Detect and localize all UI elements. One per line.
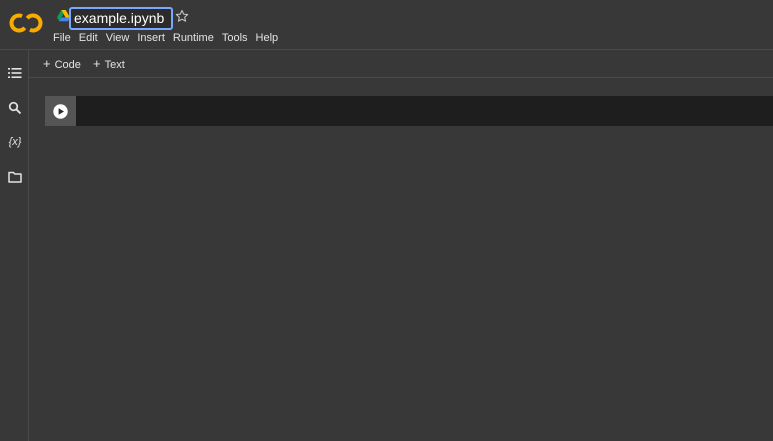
table-of-contents-icon[interactable] [8, 66, 22, 80]
menu-view[interactable]: View [106, 31, 130, 45]
menu-edit[interactable]: Edit [79, 31, 98, 45]
colab-logo[interactable] [9, 12, 43, 34]
header: example.ipynb File Edit View Insert Runt… [0, 0, 773, 50]
menu-runtime[interactable]: Runtime [173, 31, 214, 45]
colab-app: example.ipynb File Edit View Insert Runt… [0, 0, 773, 441]
add-text-cell-button[interactable]: + Text [93, 57, 125, 72]
star-icon[interactable] [175, 9, 189, 23]
menu-help[interactable]: Help [256, 31, 279, 45]
left-sidebar: {x} [0, 50, 29, 441]
notebook-toolbar: + Code + Text [29, 50, 773, 78]
add-code-cell-button[interactable]: + Code [43, 57, 81, 72]
run-cell-button[interactable] [53, 104, 68, 119]
code-cell [45, 96, 773, 126]
add-code-label: Code [54, 59, 81, 71]
cell-gutter [45, 96, 76, 126]
code-editor[interactable] [76, 96, 773, 126]
variables-icon[interactable]: {x} [6, 135, 24, 149]
files-icon[interactable] [8, 170, 22, 184]
menubar: File Edit View Insert Runtime Tools Help [53, 31, 286, 45]
search-icon[interactable] [8, 101, 22, 115]
plus-icon: + [93, 56, 101, 71]
menu-tools[interactable]: Tools [222, 31, 248, 45]
notebook-title[interactable]: example.ipynb [74, 10, 164, 27]
menu-insert[interactable]: Insert [137, 31, 165, 45]
notebook-title-field[interactable]: example.ipynb [69, 7, 173, 30]
add-text-label: Text [104, 59, 125, 71]
plus-icon: + [43, 56, 51, 71]
menu-file[interactable]: File [53, 31, 71, 45]
